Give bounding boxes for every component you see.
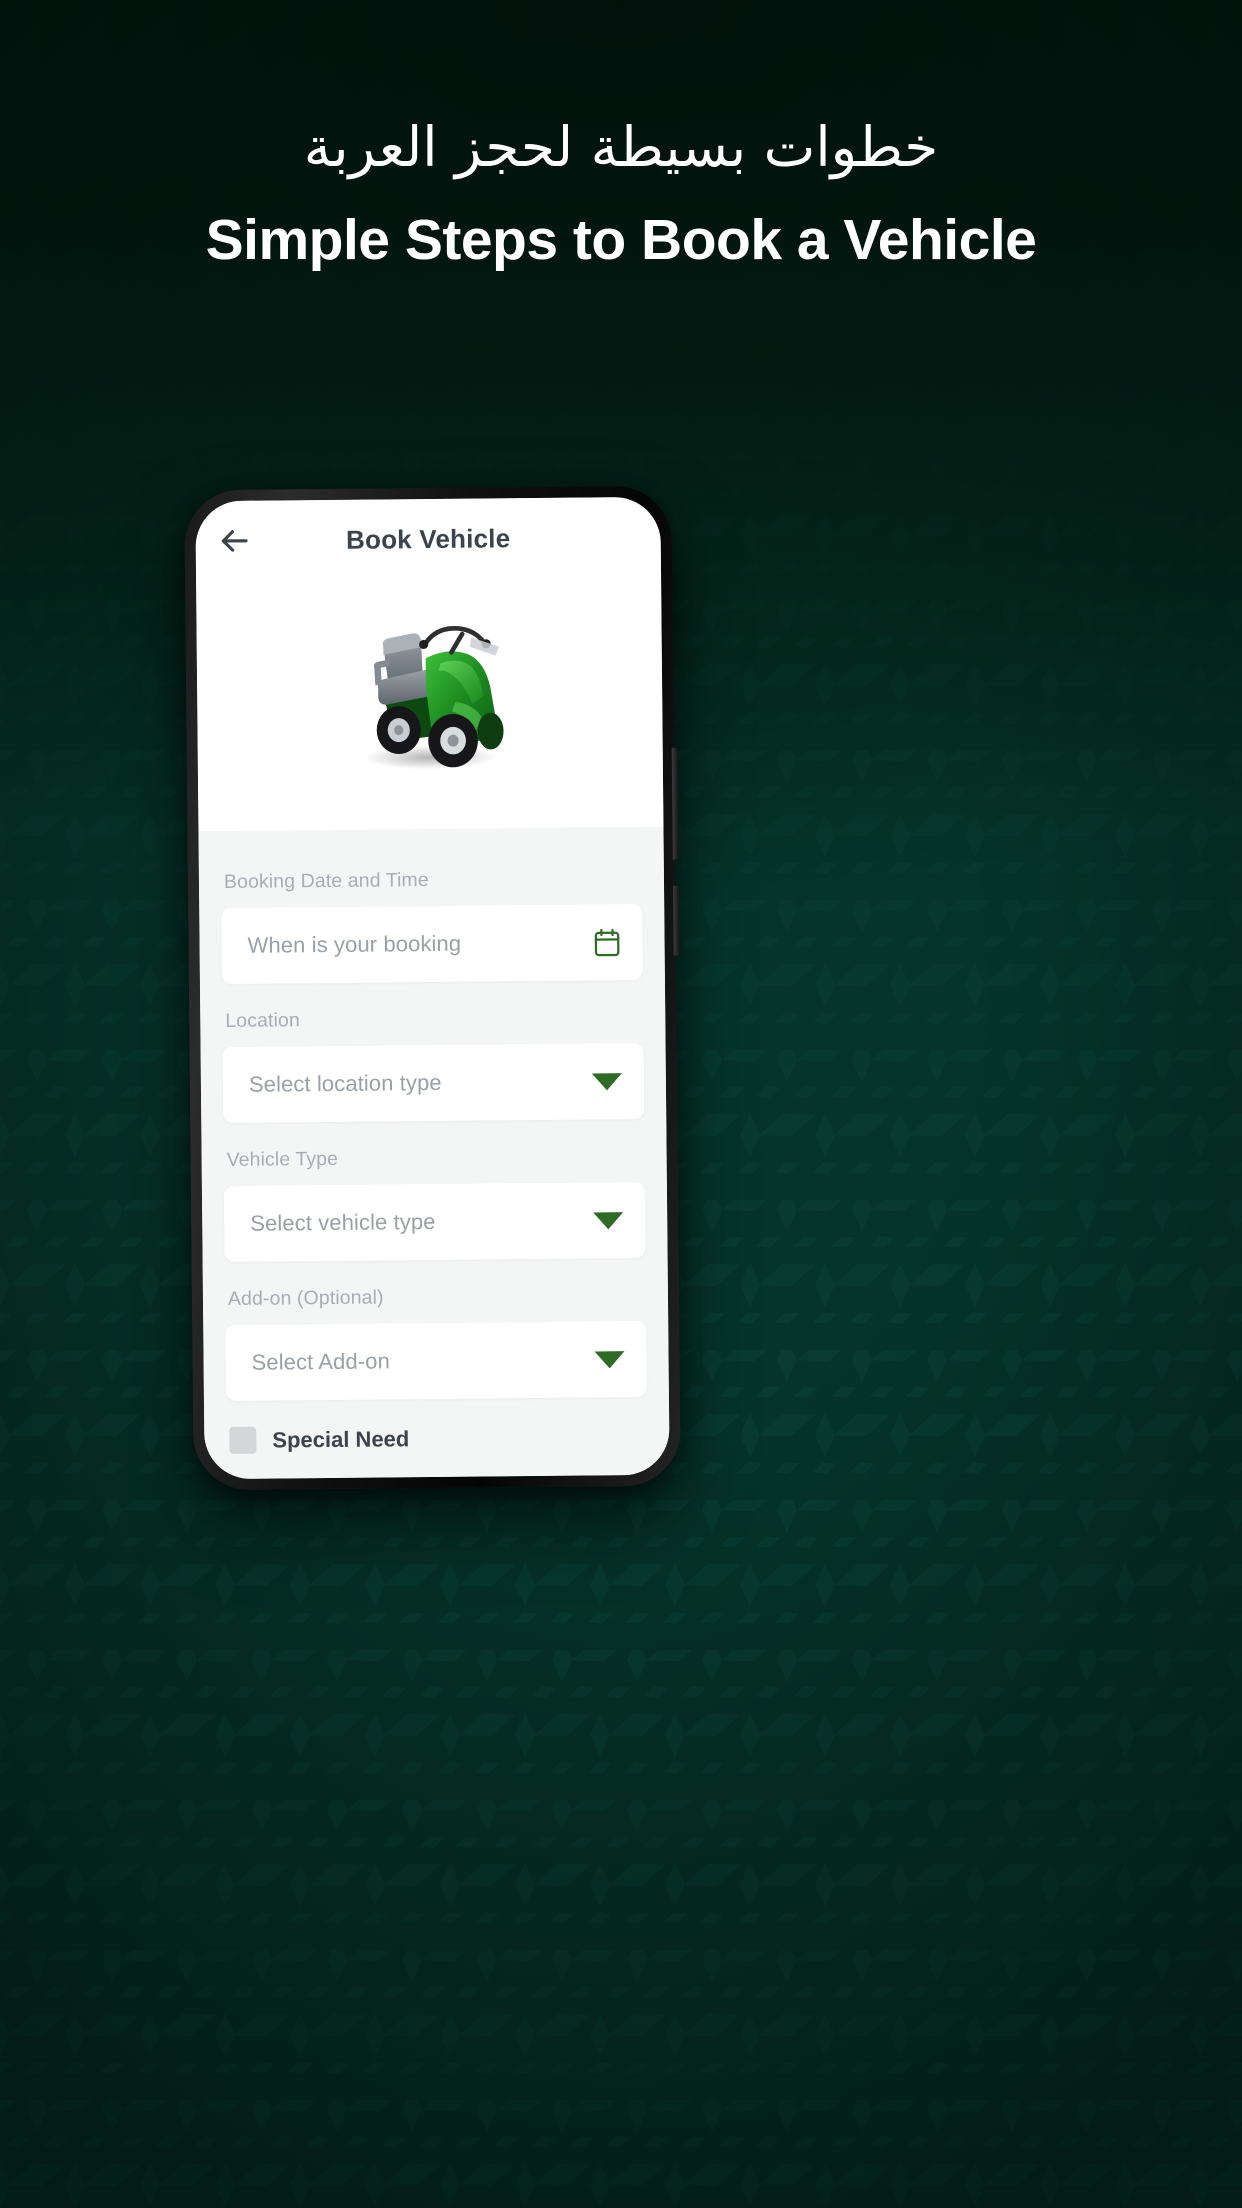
booking-date-placeholder: When is your booking xyxy=(247,930,462,958)
booking-form: Booking Date and Time When is your booki… xyxy=(198,826,670,1480)
caret-down-icon[interactable] xyxy=(594,1350,625,1368)
field-booking-date[interactable]: When is your booking xyxy=(221,903,643,985)
hero-section: Book Vehicle xyxy=(195,496,664,912)
field-location-type[interactable]: Select location type xyxy=(222,1042,645,1124)
headline-group: خطوات بسيطة لحجز العربة Simple Steps to … xyxy=(0,108,1242,274)
field-addon[interactable]: Select Add-on xyxy=(225,1320,647,1402)
location-placeholder: Select location type xyxy=(248,1069,442,1097)
back-button[interactable] xyxy=(218,524,252,558)
english-headline: Simple Steps to Book a Vehicle xyxy=(205,207,1037,272)
phone-screen: Book Vehicle Booking Date and Time When … xyxy=(195,496,670,1480)
field-label-vehicle-type: Vehicle Type xyxy=(226,1147,339,1171)
vehicle-type-placeholder: Select vehicle type xyxy=(250,1208,436,1236)
vehicle-image-wrap xyxy=(196,581,663,775)
special-need-label: Special Need xyxy=(272,1425,410,1453)
arabic-headline: خطوات بسيطة لحجز العربة xyxy=(303,115,939,179)
field-label-addon: Add-on (Optional) xyxy=(227,1286,384,1310)
green-mobility-scooter-icon xyxy=(364,626,504,770)
phone-power-button[interactable] xyxy=(673,885,680,956)
arrow-left-icon xyxy=(221,530,248,552)
caret-down-icon[interactable] xyxy=(591,1072,622,1090)
phone-mockup: Book Vehicle Booking Date and Time When … xyxy=(184,485,681,1491)
field-label-booking-date: Booking Date and Time xyxy=(223,869,429,893)
caret-down-icon[interactable] xyxy=(593,1211,624,1229)
promo-poster: خطوات بسيطة لحجز العربة Simple Steps to … xyxy=(0,0,1242,2208)
page-title: Book Vehicle xyxy=(345,522,511,555)
addon-placeholder: Select Add-on xyxy=(251,1348,390,1375)
calendar-icon[interactable] xyxy=(593,928,620,957)
field-vehicle-type[interactable]: Select vehicle type xyxy=(223,1181,646,1263)
phone-volume-button[interactable] xyxy=(671,747,679,860)
special-need-row[interactable]: Special Need xyxy=(229,1423,647,1454)
app-bar: Book Vehicle xyxy=(195,497,661,581)
field-label-location: Location xyxy=(225,1009,300,1032)
special-need-checkbox[interactable] xyxy=(229,1426,257,1454)
